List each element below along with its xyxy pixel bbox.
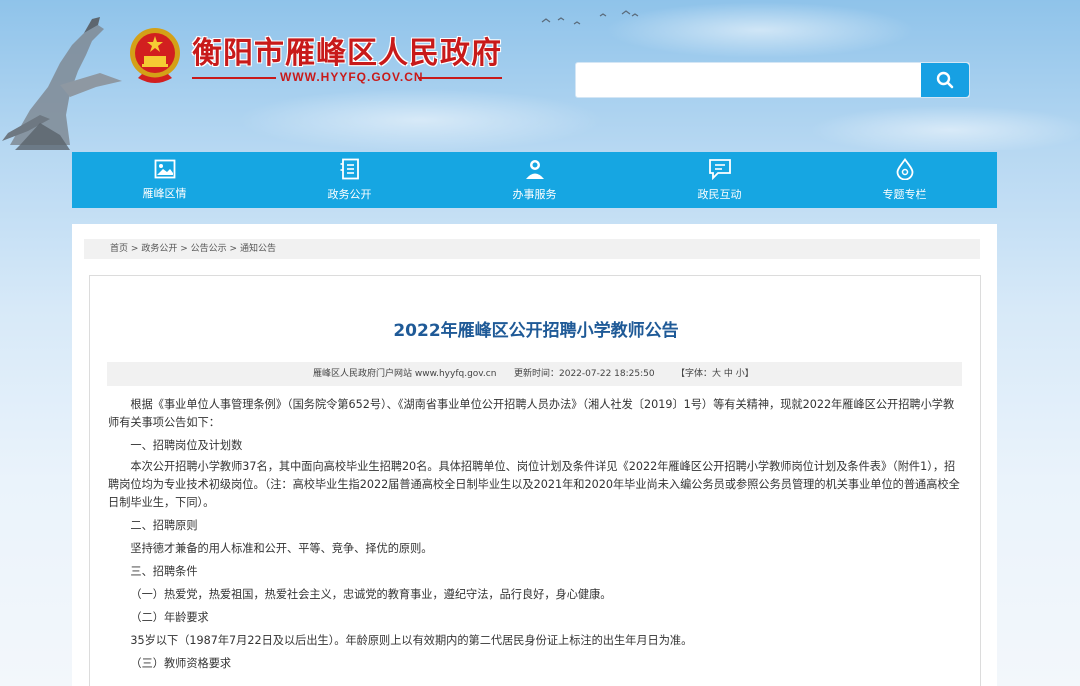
national-emblem-icon (130, 28, 180, 83)
nav-item-label: 政民互动 (697, 188, 742, 201)
article: 2022年雁峰区公开招聘小学教师公告 雁峰区人民政府门户网站 www.hyyfq… (89, 275, 981, 686)
section-heading: 三、招聘条件 (130, 565, 198, 578)
section-heading: 一、招聘岗位及计划数 (130, 439, 243, 452)
nav-item-topics[interactable]: 专题专栏 (812, 152, 997, 208)
nav-item-district-info[interactable]: 雁峰区情 (72, 152, 257, 208)
article-body: 根据《事业单位人事管理条例》（国务院令第652号）、《湖南省事业单位公开招聘人员… (108, 396, 964, 674)
wild-goose-statue-image (2, 17, 122, 150)
sub-heading: （二）年龄要求 (130, 611, 209, 624)
breadcrumb-gov-affairs[interactable]: 政务公开 (141, 244, 177, 254)
search-icon (936, 71, 954, 89)
breadcrumb-separator: > (229, 244, 238, 254)
breadcrumb-notices[interactable]: 通知公告 (240, 244, 276, 254)
site-url: WWW.HYYFQ.GOV.CN (280, 70, 424, 84)
article-title: 2022年雁峰区公开招聘小学教师公告 (393, 321, 679, 341)
nav-item-services[interactable]: 办事服务 (442, 152, 627, 208)
main-nav: 雁峰区情 政务公开 办事服务 政民互动 专题专栏 (72, 152, 997, 208)
breadcrumb: 首页 > 政务公开 > 公告公示 > 通知公告 (84, 239, 980, 259)
url-line-right (418, 77, 502, 79)
breadcrumb-announcements[interactable]: 公告公示 (191, 244, 227, 254)
nav-item-label: 专题专栏 (882, 188, 927, 201)
site-header: 衡阳市雁峰区人民政府 WWW.HYYFQ.GOV.CN (0, 0, 1080, 150)
nav-item-interaction[interactable]: 政民互动 (627, 152, 812, 208)
birds-decoration (541, 10, 639, 25)
paragraph: 本次公开招聘小学教师37名，其中面向高校毕业生招聘20名。具体招聘单位、岗位计划… (108, 460, 960, 509)
font-size-control[interactable]: 【字体：大 中 小】 (676, 362, 754, 386)
nav-item-label: 政务公开 (327, 188, 372, 201)
drop-icon (896, 158, 913, 180)
nav-item-label: 雁峰区情 (142, 187, 187, 200)
image-icon (154, 159, 175, 179)
nav-item-gov-affairs[interactable]: 政务公开 (257, 152, 442, 208)
article-meta: 雁峰区人民政府门户网站 www.hyyfq.gov.cn 更新时间：2022-0… (107, 362, 962, 386)
paragraph: 根据《事业单位人事管理条例》（国务院令第652号）、《湖南省事业单位公开招聘人员… (108, 398, 955, 429)
nav-item-label: 办事服务 (512, 188, 557, 201)
breadcrumb-separator: > (130, 244, 139, 254)
paragraph: （一）热爱党，热爱祖国，热爱社会主义，忠诚党的教育事业，遵纪守法，品行良好，身心… (130, 588, 612, 601)
person-icon (525, 160, 544, 179)
site-title: 衡阳市雁峰区人民政府 (192, 36, 502, 71)
sub-heading: （三）教师资格要求 (130, 657, 232, 670)
paragraph: 坚持德才兼备的用人标准和公开、平等、竞争、择优的原则。 (130, 542, 433, 555)
url-line-left (192, 77, 276, 79)
breadcrumb-separator: > (180, 244, 188, 254)
paragraph: 35岁以下（1987年7月22日及以后出生）。年龄原则上以有效期内的第二代居民身… (130, 634, 693, 647)
chat-icon (708, 159, 731, 180)
article-updated-time: 更新时间：2022-07-22 18:25:50 (514, 369, 655, 379)
document-icon (340, 158, 359, 180)
search-box (575, 62, 970, 98)
section-heading: 二、招聘原则 (130, 519, 198, 532)
search-input[interactable] (582, 67, 912, 93)
article-source: 雁峰区人民政府门户网站 www.hyyfq.gov.cn (313, 369, 497, 379)
breadcrumb-home[interactable]: 首页 (110, 244, 128, 254)
content-panel: 首页 > 政务公开 > 公告公示 > 通知公告 2022年雁峰区公开招聘小学教师… (72, 224, 997, 686)
search-button[interactable] (921, 63, 969, 97)
